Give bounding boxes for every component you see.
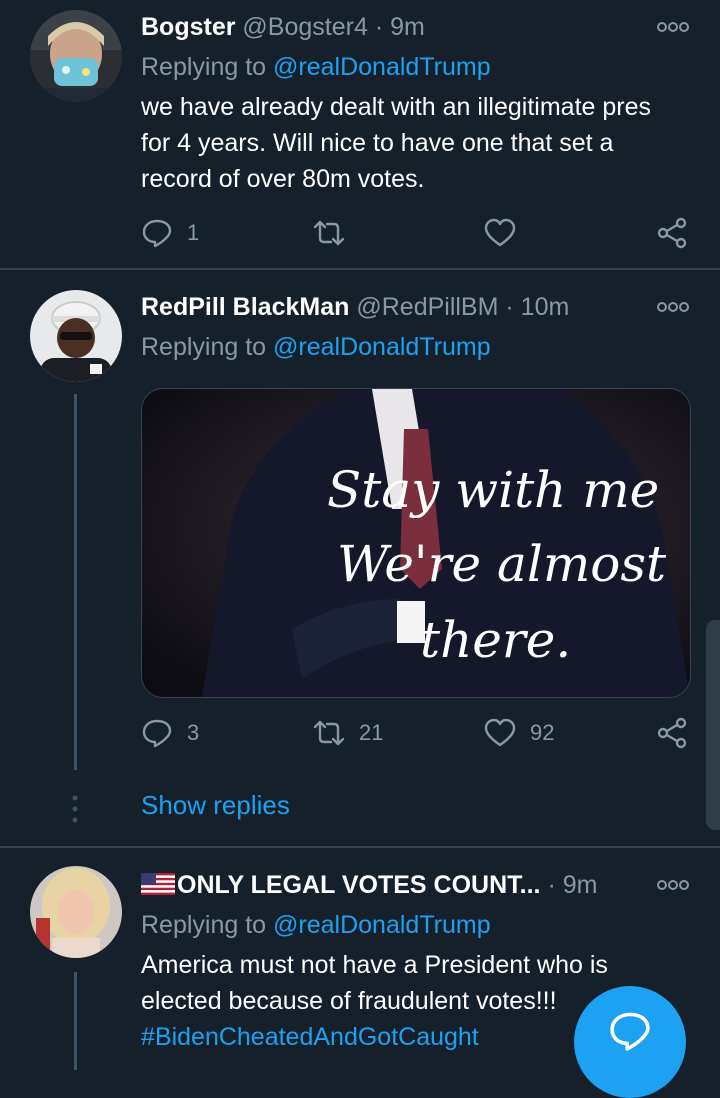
reply-count: 1: [187, 220, 200, 245]
tweet-time: 10m: [520, 293, 570, 321]
like-button[interactable]: [484, 213, 530, 253]
more-icon[interactable]: [656, 20, 690, 34]
reply-count: 3: [187, 720, 200, 745]
author-handle[interactable]: @RedPillBM: [356, 293, 498, 321]
tweet-time: 9m: [562, 871, 598, 899]
like-button[interactable]: 92: [484, 713, 554, 753]
compose-button[interactable]: [574, 986, 686, 1098]
media-caption-line2: We're almost: [337, 535, 667, 593]
retweet-icon: [313, 720, 345, 746]
hashtag-link[interactable]: #BidenCheatedAndGotCaught: [141, 1023, 479, 1051]
tweet-media-image[interactable]: Stay with me We're almost there.: [141, 388, 691, 698]
avatar[interactable]: [30, 290, 122, 382]
media-caption-line3: there.: [420, 611, 571, 669]
retweet-button[interactable]: [313, 213, 359, 253]
replying-to: Replying to @realDonaldTrump: [141, 52, 491, 82]
media-caption-line1: Stay with me: [327, 461, 659, 519]
author-handle[interactable]: @Bogster4: [242, 13, 367, 41]
avatar[interactable]: [30, 866, 122, 958]
share-icon: [657, 217, 687, 249]
share-button[interactable]: [656, 713, 688, 753]
thread-line: [74, 394, 77, 770]
thread-line: [74, 972, 77, 1070]
replying-prefix: Replying to: [141, 333, 267, 361]
avatar[interactable]: [30, 10, 122, 102]
dot-separator: ·: [547, 871, 556, 899]
share-button[interactable]: [656, 213, 688, 253]
retweet-icon: [313, 220, 345, 246]
reply-button[interactable]: 1: [141, 213, 199, 253]
tweet-bogster[interactable]: Bogster @Bogster4 · 9m Replying to @real…: [0, 0, 720, 268]
tweet-text: we have already dealt with an illegitima…: [141, 93, 651, 193]
show-replies-link[interactable]: Show replies: [141, 790, 290, 821]
replying-prefix: Replying to: [141, 53, 267, 81]
like-count: 92: [530, 720, 555, 745]
tweet-time: 9m: [390, 13, 425, 41]
dot-separator: ·: [505, 293, 514, 321]
mention-link[interactable]: @realDonaldTrump: [273, 911, 491, 939]
mention-link[interactable]: @realDonaldTrump: [273, 333, 491, 361]
reply-icon: [142, 219, 172, 248]
like-icon: [484, 718, 516, 747]
author-name[interactable]: Bogster: [141, 13, 235, 41]
scrollbar-handle[interactable]: [706, 620, 720, 830]
thread-dots-icon: [70, 794, 80, 824]
more-icon[interactable]: [656, 878, 690, 892]
like-icon: [484, 218, 516, 247]
share-icon: [657, 717, 687, 749]
tweet-text-body: America must not have a President who is…: [141, 951, 608, 1015]
author-name[interactable]: RedPill BlackMan: [141, 293, 349, 321]
reply-button[interactable]: 3: [141, 713, 199, 753]
mention-link[interactable]: @realDonaldTrump: [273, 53, 491, 81]
replying-prefix: Replying to: [141, 911, 267, 939]
reply-icon: [142, 719, 172, 748]
retweet-count: 21: [359, 720, 384, 745]
tweet-actions: 3 21 92: [141, 713, 691, 753]
replying-to: Replying to @realDonaldTrump: [141, 332, 491, 362]
us-flag-icon: [141, 873, 175, 895]
tweet-actions: 1: [141, 213, 691, 253]
retweet-button[interactable]: 21: [313, 713, 383, 753]
compose-icon: [610, 1012, 650, 1051]
author-name[interactable]: ONLY LEGAL VOTES COUNT...: [177, 871, 541, 899]
more-icon[interactable]: [656, 300, 690, 314]
dot-separator: ·: [374, 13, 384, 41]
replying-to: Replying to @realDonaldTrump: [141, 910, 491, 940]
